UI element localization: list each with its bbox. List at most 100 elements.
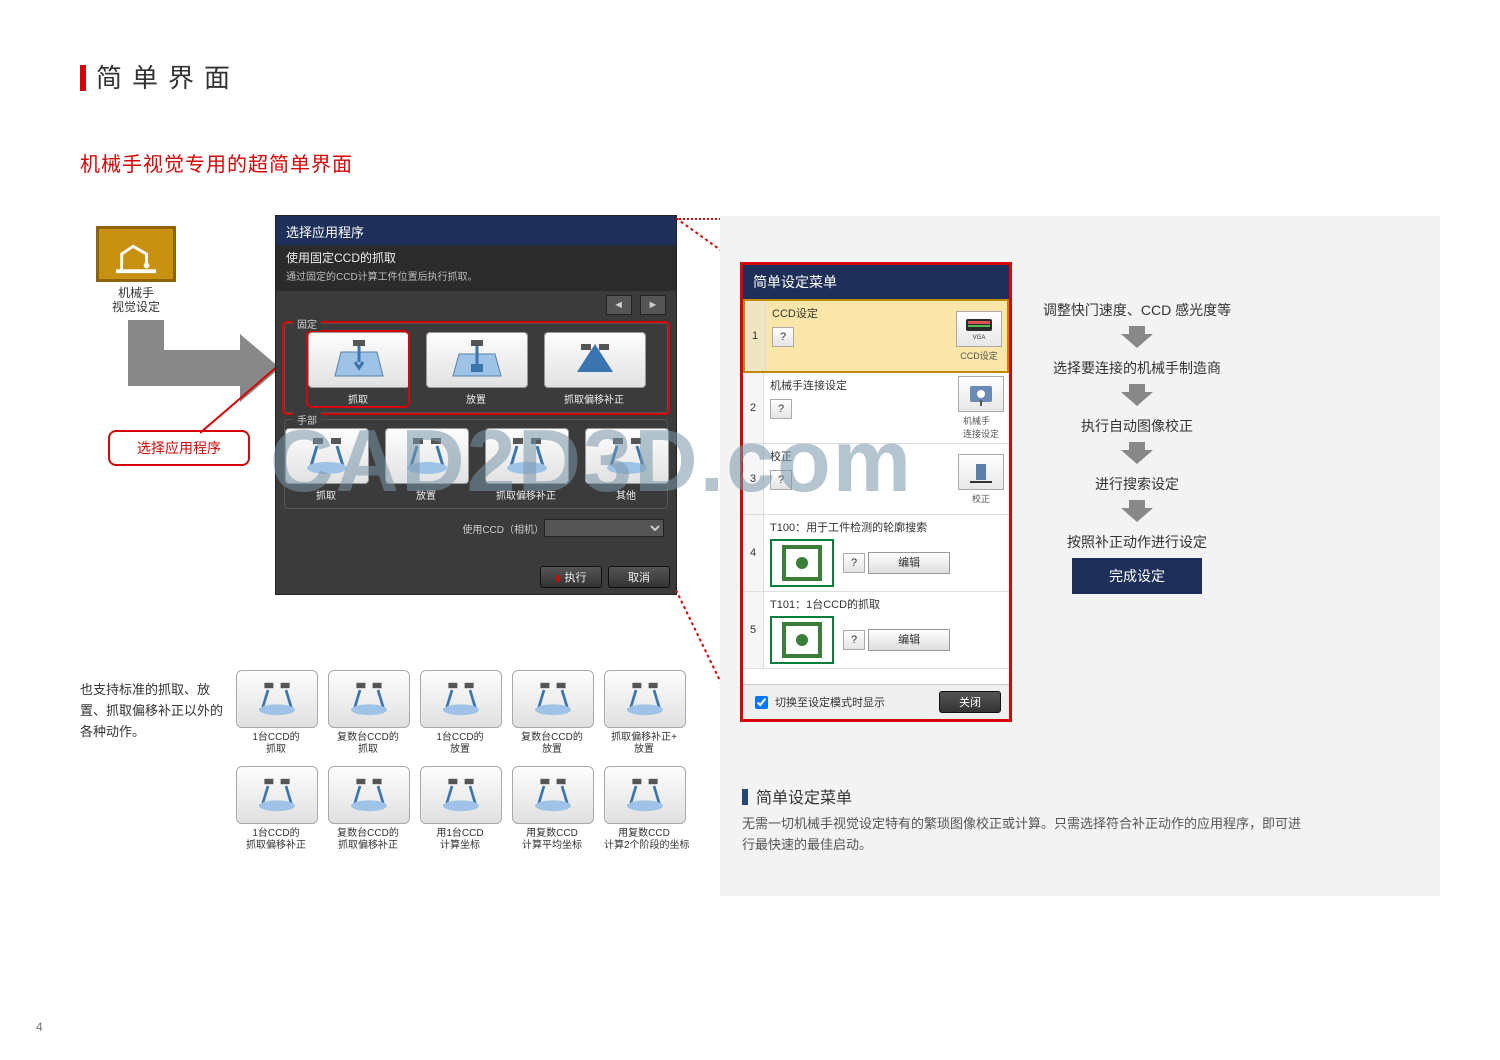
menu-item-title: T100：用于工件检测的轮廓搜索	[770, 519, 1003, 535]
group-hand: 手部 抓取 放置 抓取偏移补正 其他	[284, 419, 668, 509]
usage-label: 使用CCD（相机）	[462, 521, 544, 536]
preview-icon	[770, 539, 834, 587]
callout-select-app: 选择应用程序	[108, 430, 250, 466]
tile-label: 其他	[585, 487, 667, 502]
tile-label: 抓取	[308, 391, 408, 406]
arrow-down-icon	[1032, 440, 1242, 466]
action-tile[interactable]: 用1台CCD 计算坐标	[420, 766, 500, 852]
edit-button[interactable]: 编辑	[868, 629, 950, 651]
execute-button[interactable]: 执行	[540, 566, 602, 588]
step-desc-4: 进行搜索设定	[1032, 474, 1242, 494]
action-tile-icon	[604, 766, 686, 824]
group-fixed-label: 固定	[293, 316, 321, 331]
action-tile-icon	[420, 766, 502, 824]
menu-item-action[interactable]: 机械手 连接设定	[953, 373, 1009, 443]
robot-arm-icon	[96, 226, 176, 282]
action-tile[interactable]: 复数台CCD的 放置	[512, 670, 592, 756]
panel-header: 选择应用程序	[276, 216, 676, 245]
menu-item-t100[interactable]: 4 T100：用于工件检测的轮廓搜索 ? 编辑	[743, 515, 1009, 592]
tile-label: 抓取	[285, 487, 367, 502]
tile-fixed-offset[interactable]: 抓取偏移补正	[544, 332, 644, 406]
tile-hand-other[interactable]: 其他	[585, 428, 667, 502]
other-icon	[585, 428, 669, 484]
action-tile-label: 复数台CCD的 抓取偏移补正	[328, 828, 408, 852]
step-desc-5: 按照补正动作进行设定	[1032, 532, 1242, 552]
page-number: 4	[36, 1020, 43, 1034]
simple-settings-menu: 简单设定菜单 1 CCD设定 ? CCD设定 2 机械手连接设定 ? 机械手 连…	[740, 262, 1012, 722]
action-tile[interactable]: 复数台CCD的 抓取	[328, 670, 408, 756]
action-tile-icon	[512, 766, 594, 824]
preview-icon	[770, 616, 834, 664]
menu-item-title: T101：1台CCD的抓取	[770, 596, 1003, 612]
help-icon[interactable]: ?	[843, 630, 865, 650]
tile-fixed-pick[interactable]: 抓取	[308, 332, 408, 406]
help-icon[interactable]: ?	[843, 553, 865, 573]
action-tile[interactable]: 1台CCD的 放置	[420, 670, 500, 756]
nav-prev-button[interactable]: ◄	[606, 295, 632, 315]
show-on-settings-checkbox[interactable]: 切换至设定模式时显示	[751, 693, 885, 712]
menu-index: 1	[745, 301, 766, 371]
arrow-down-icon	[1032, 382, 1242, 408]
action-tile[interactable]: 用复数CCD 计算平均坐标	[512, 766, 592, 852]
action-tile-label: 1台CCD的 抓取偏移补正	[236, 828, 316, 852]
action-tile-icon	[328, 670, 410, 728]
panel-subheader: 使用固定CCD的抓取	[276, 245, 676, 268]
support-text: 也支持标准的抓取、放置、抓取偏移补正以外的各种动作。	[80, 680, 230, 742]
select-app-panel: 选择应用程序 使用固定CCD的抓取 通过固定的CCD计算工件位置后执行抓取。 ◄…	[276, 216, 676, 594]
action-tile-icon	[604, 670, 686, 728]
menu-item-action[interactable]: CCD设定	[951, 301, 1007, 371]
action-tile-label: 用复数CCD 计算平均坐标	[512, 828, 592, 852]
help-icon[interactable]: ?	[772, 327, 794, 347]
panel-nav: ◄ ►	[276, 291, 676, 319]
menu-header: 简单设定菜单	[743, 265, 1009, 299]
page-title: 简单界面	[80, 58, 240, 95]
help-icon[interactable]: ?	[770, 399, 792, 419]
place-icon	[385, 428, 469, 484]
arrow-down-icon	[1032, 324, 1242, 350]
action-tile-icon	[328, 766, 410, 824]
tile-hand-offset[interactable]: 抓取偏移补正	[485, 428, 567, 502]
robot-vision-tile[interactable]: 机械手视觉设定	[90, 226, 182, 315]
edit-button[interactable]: 编辑	[868, 552, 950, 574]
action-tile-label: 复数台CCD的 放置	[512, 732, 592, 756]
action-tile[interactable]: 用复数CCD 计算2个阶段的坐标	[604, 766, 684, 852]
cancel-button[interactable]: 取消	[608, 566, 670, 588]
action-tile-label: 1台CCD的 抓取	[236, 732, 316, 756]
action-tile-label: 用1台CCD 计算坐标	[420, 828, 500, 852]
action-tile-label: 抓取偏移补正+ 放置	[604, 732, 684, 756]
menu-item-title: CCD设定	[772, 305, 945, 321]
action-tile-icon	[236, 766, 318, 824]
usage-select[interactable]	[544, 519, 664, 537]
tile-fixed-place[interactable]: 放置	[426, 332, 526, 406]
action-tile[interactable]: 复数台CCD的 抓取偏移补正	[328, 766, 408, 852]
tile-label: 放置	[426, 391, 526, 406]
menu-index: 2	[743, 373, 764, 443]
menu-item-action[interactable]: 校正	[953, 444, 1009, 514]
help-icon[interactable]: ?	[770, 470, 792, 490]
nav-next-button[interactable]: ►	[640, 295, 666, 315]
menu-item-robot-conn[interactable]: 2 机械手连接设定 ? 机械手 连接设定	[743, 373, 1009, 444]
group-hand-label: 手部	[293, 412, 321, 427]
offset-icon	[544, 332, 646, 388]
tile-hand-place[interactable]: 放置	[385, 428, 467, 502]
panel-description: 通过固定的CCD计算工件位置后执行抓取。	[276, 268, 676, 291]
action-tile[interactable]: 1台CCD的 抓取偏移补正	[236, 766, 316, 852]
menu-item-ccd[interactable]: 1 CCD设定 ? CCD设定	[743, 299, 1009, 373]
tile-label: 抓取偏移补正	[544, 391, 644, 406]
menu-index: 5	[743, 592, 764, 668]
step-descriptions: 调整快门速度、CCD 感光度等 选择要连接的机械手制造商 执行自动图像校正 进行…	[1032, 300, 1242, 594]
action-tile[interactable]: 抓取偏移补正+ 放置	[604, 670, 684, 756]
action-tile[interactable]: 1台CCD的 抓取	[236, 670, 316, 756]
group-fixed: 固定 抓取 放置 抓取偏移补正	[284, 323, 668, 413]
page-subtitle: 机械手视觉专用的超简单界面	[80, 148, 353, 177]
close-button[interactable]: 关闭	[939, 691, 1001, 713]
robot-vision-label: 机械手视觉设定	[90, 286, 182, 315]
section-paragraph: 无需一切机械手视觉设定特有的繁琐图像校正或计算。只需选择符合补正动作的应用程序，…	[742, 814, 1302, 856]
menu-item-t101[interactable]: 5 T101：1台CCD的抓取 ? 编辑	[743, 592, 1009, 669]
complete-settings-button[interactable]: 完成设定	[1072, 558, 1202, 594]
tile-hand-pick[interactable]: 抓取	[285, 428, 367, 502]
tile-label: 放置	[385, 487, 467, 502]
arrow-down-icon	[1032, 498, 1242, 524]
menu-item-calibration[interactable]: 3 校正 ? 校正	[743, 444, 1009, 515]
section-title: 简单设定菜单	[742, 784, 852, 808]
